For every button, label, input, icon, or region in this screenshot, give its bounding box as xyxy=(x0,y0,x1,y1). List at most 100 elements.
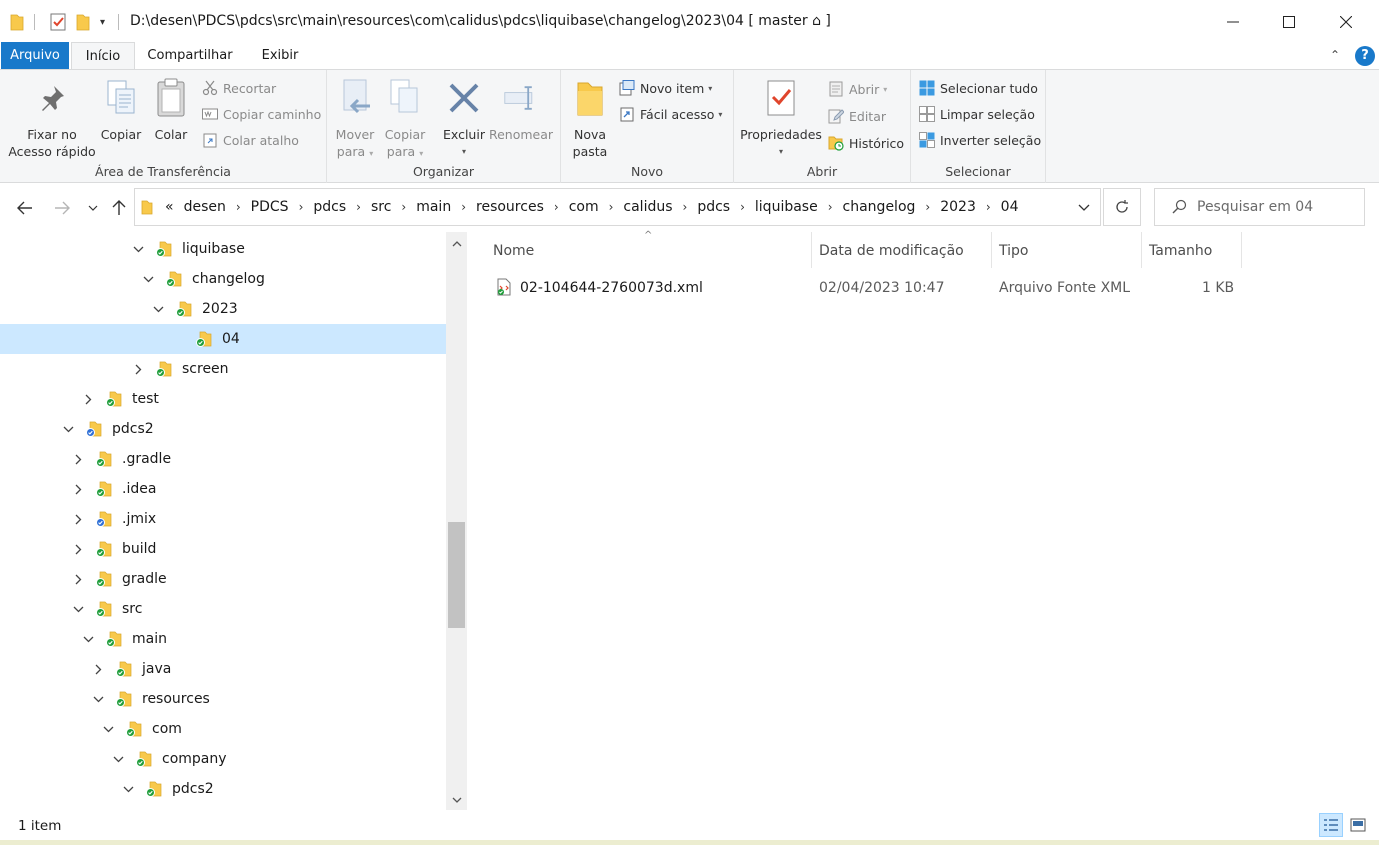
recent-locations-chevron-icon[interactable] xyxy=(82,196,104,220)
up-arrow-icon[interactable] xyxy=(107,196,131,220)
breadcrumb-item[interactable]: pdcs xyxy=(697,199,730,215)
minimize-icon[interactable] xyxy=(1210,0,1256,44)
tree-item[interactable]: changelog xyxy=(0,264,446,294)
maximize-icon[interactable] xyxy=(1266,0,1312,44)
invert-selection-button[interactable]: Inverter seleção xyxy=(919,129,1041,151)
tree-item[interactable]: src xyxy=(0,594,446,624)
tree-item[interactable]: liquibase xyxy=(0,234,446,264)
properties-button[interactable]: Propriedades ▾ xyxy=(738,76,824,160)
tree-item[interactable]: .jmix xyxy=(0,504,446,534)
chevron-down-icon[interactable] xyxy=(140,271,156,287)
chevron-down-icon[interactable] xyxy=(70,601,86,617)
column-header-size[interactable]: Tamanho xyxy=(1142,232,1242,268)
breadcrumb-item[interactable]: PDCS xyxy=(251,199,289,215)
chevron-right-icon[interactable] xyxy=(70,541,86,557)
chevron-down-icon[interactable] xyxy=(100,721,116,737)
copy-to-button[interactable]: Copiar para ▾ xyxy=(383,76,427,162)
breadcrumb-chevron-icon[interactable]: › xyxy=(740,200,745,214)
select-none-button[interactable]: Limpar seleção xyxy=(919,103,1035,125)
tree-scrollbar[interactable] xyxy=(446,232,467,810)
breadcrumb-item[interactable]: main xyxy=(416,199,451,215)
history-button[interactable]: Histórico xyxy=(828,132,904,154)
breadcrumb-item[interactable]: 2023 xyxy=(940,199,976,215)
cut-button[interactable]: Recortar xyxy=(202,77,276,99)
new-folder-quick-icon[interactable] xyxy=(76,12,90,32)
pin-quick-access-button[interactable]: Fixar no Acesso rápido xyxy=(8,76,96,160)
breadcrumb-chevron-icon[interactable]: › xyxy=(401,200,406,214)
breadcrumb-item[interactable]: pdcs xyxy=(313,199,346,215)
properties-quick-icon[interactable] xyxy=(49,12,67,32)
paste-shortcut-button[interactable]: Colar atalho xyxy=(202,129,299,151)
breadcrumb-item[interactable]: resources xyxy=(476,199,544,215)
search-box[interactable] xyxy=(1154,188,1365,226)
tree-item[interactable]: 04 xyxy=(0,324,446,354)
chevron-down-icon[interactable] xyxy=(90,691,106,707)
copy-button[interactable]: Copiar xyxy=(98,76,144,143)
tree-item[interactable]: gradle xyxy=(0,564,446,594)
breadcrumb-overflow[interactable]: « xyxy=(165,199,174,215)
help-icon[interactable]: ? xyxy=(1355,46,1375,66)
breadcrumb-item[interactable]: src xyxy=(371,199,391,215)
tree-item[interactable]: pdcs2 xyxy=(0,774,446,804)
breadcrumb-item[interactable]: liquibase xyxy=(755,199,818,215)
chevron-right-icon[interactable] xyxy=(80,391,96,407)
chevron-right-icon[interactable] xyxy=(70,481,86,497)
chevron-right-icon[interactable] xyxy=(130,361,146,377)
tree-item[interactable]: build xyxy=(0,534,446,564)
edit-button[interactable]: Editar xyxy=(828,105,886,127)
select-all-button[interactable]: Selecionar tudo xyxy=(919,77,1038,99)
tab-arquivo[interactable]: Arquivo xyxy=(1,42,69,69)
breadcrumb-item[interactable]: 04 xyxy=(1001,199,1019,215)
chevron-down-icon[interactable] xyxy=(110,751,126,767)
chevron-down-icon[interactable] xyxy=(60,421,76,437)
close-icon[interactable] xyxy=(1323,0,1369,44)
new-item-button[interactable]: Novo item ▾ xyxy=(619,77,712,99)
tree-item[interactable]: .gradle xyxy=(0,444,446,474)
address-bar[interactable]: « desen › PDCS › pdcs › src › main › resources › com… xyxy=(134,188,1101,226)
tree-item[interactable]: resources xyxy=(0,684,446,714)
forward-arrow-icon[interactable] xyxy=(50,196,74,220)
delete-button[interactable]: Excluir ▾ xyxy=(441,76,487,160)
breadcrumb-chevron-icon[interactable]: › xyxy=(236,200,241,214)
scroll-thumb[interactable] xyxy=(448,522,465,628)
column-header-name[interactable]: Nome xyxy=(486,232,812,268)
address-dropdown-chevron-icon[interactable] xyxy=(1078,201,1090,216)
breadcrumb-item[interactable]: desen xyxy=(184,199,226,215)
tree-item[interactable]: 2023 xyxy=(0,294,446,324)
chevron-down-icon[interactable] xyxy=(120,781,136,797)
scroll-down-icon[interactable] xyxy=(446,790,467,810)
breadcrumb-chevron-icon[interactable]: › xyxy=(356,200,361,214)
move-to-button[interactable]: Mover para ▾ xyxy=(333,76,377,162)
collapse-ribbon-icon[interactable]: ⌃ xyxy=(1330,48,1340,62)
chevron-down-icon[interactable] xyxy=(150,301,166,317)
chevron-down-icon[interactable] xyxy=(80,631,96,647)
breadcrumb-chevron-icon[interactable]: › xyxy=(986,200,991,214)
tree-item[interactable]: com xyxy=(0,714,446,744)
tree-item[interactable]: screen xyxy=(0,354,446,384)
open-button[interactable]: Abrir ▾ xyxy=(828,78,887,100)
copy-path-button[interactable]: Copiar caminho xyxy=(202,103,321,125)
back-arrow-icon[interactable] xyxy=(13,196,37,220)
breadcrumb-chevron-icon[interactable]: › xyxy=(461,200,466,214)
chevron-right-icon[interactable] xyxy=(70,511,86,527)
chevron-right-icon[interactable] xyxy=(70,571,86,587)
chevron-down-icon[interactable] xyxy=(130,241,146,257)
tree-item[interactable]: company xyxy=(0,744,446,774)
tree-item[interactable]: java xyxy=(0,654,446,684)
search-input[interactable] xyxy=(1197,199,1347,215)
paste-button[interactable]: Colar xyxy=(148,76,194,143)
chevron-right-icon[interactable] xyxy=(70,451,86,467)
details-view-icon[interactable] xyxy=(1319,813,1343,837)
tab-exibir[interactable]: Exibir xyxy=(250,42,310,69)
breadcrumb-chevron-icon[interactable]: › xyxy=(554,200,559,214)
scroll-up-icon[interactable] xyxy=(446,234,467,254)
breadcrumb-chevron-icon[interactable]: › xyxy=(828,200,833,214)
tree-item[interactable]: main xyxy=(0,624,446,654)
new-folder-button[interactable]: Nova pasta xyxy=(569,76,611,160)
chevron-right-icon[interactable] xyxy=(90,661,106,677)
breadcrumb-item[interactable]: com xyxy=(569,199,599,215)
rename-button[interactable]: Renomear xyxy=(487,76,555,143)
easy-access-button[interactable]: Fácil acesso ▾ xyxy=(619,103,722,125)
tab-compartilhar[interactable]: Compartilhar xyxy=(140,42,240,69)
breadcrumb-chevron-icon[interactable]: › xyxy=(683,200,688,214)
